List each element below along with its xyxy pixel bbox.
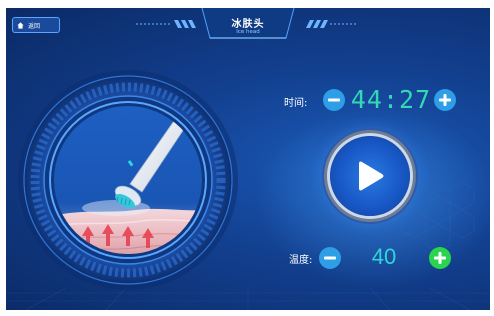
ice-head-illustration bbox=[18, 70, 238, 290]
plus-icon bbox=[434, 252, 446, 264]
play-button[interactable] bbox=[330, 136, 410, 216]
temperature-increase-button[interactable] bbox=[429, 247, 451, 269]
time-label: 时间: bbox=[284, 98, 308, 109]
minus-icon bbox=[328, 98, 340, 102]
minus-icon bbox=[324, 256, 336, 260]
temperature-decrease-button[interactable] bbox=[319, 247, 341, 269]
temperature-display: 40 bbox=[371, 244, 397, 269]
time-display: 44:27 bbox=[350, 85, 432, 114]
play-icon bbox=[359, 161, 384, 191]
page-subtitle: Ice head bbox=[236, 29, 260, 35]
plus-icon bbox=[439, 94, 451, 106]
header-bar: 返回 冰肤头 Ice head bbox=[6, 8, 490, 42]
page-title: 冰肤头 bbox=[231, 19, 265, 30]
time-decrease-button[interactable] bbox=[323, 89, 345, 111]
device-screen: 返回 冰肤头 Ice head 时间: 44:27 温度: 40 bbox=[6, 8, 490, 310]
time-increase-button[interactable] bbox=[434, 89, 456, 111]
temperature-label: 温度: bbox=[289, 255, 313, 266]
